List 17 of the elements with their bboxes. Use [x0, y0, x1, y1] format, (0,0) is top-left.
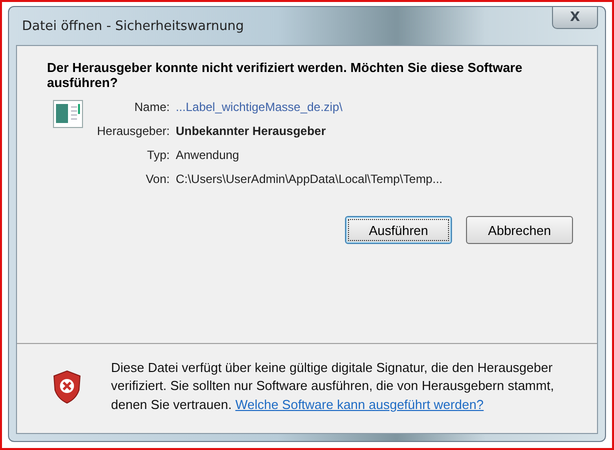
warning-heading: Der Herausgeber konnte nicht verifiziert werden. Möchten Sie diese Software ausführen? [47, 60, 524, 90]
field-value: Anwendung [176, 148, 240, 162]
shield-error-icon [53, 370, 81, 404]
window-title: Datei öffnen - Sicherheitswarnung [21, 18, 244, 34]
cancel-button[interactable]: Abbrechen [466, 216, 573, 244]
field-value: Unbekannter Herausgeber [176, 124, 327, 138]
field-label: Typ: [146, 148, 170, 162]
field-value: C:\Users\UserAdmin\AppData\Local\Temp\Temp... [176, 172, 442, 186]
field-label: Name: [133, 100, 170, 114]
field-label: Herausgeber: [97, 124, 170, 138]
help-link[interactable]: Welche Software kann ausgeführt werden? [235, 396, 484, 412]
close-button[interactable]: X [552, 7, 598, 29]
file-name-link[interactable]: ...Label_wichtigeMasse_de.zip\ [176, 100, 442, 114]
run-button[interactable]: Ausführen [345, 216, 452, 244]
file-icon [53, 100, 83, 128]
warning-message: Diese Datei verfügt über keine gültige digitale Signatur, die den Herausgeber verifiziert. Sie sollten nur Software ausführen, die von Herausgebern stammt, denen Sie vertrauen. Welche Software kann ausgeführt werden? [111, 358, 555, 414]
field-label: Von: [144, 172, 170, 186]
